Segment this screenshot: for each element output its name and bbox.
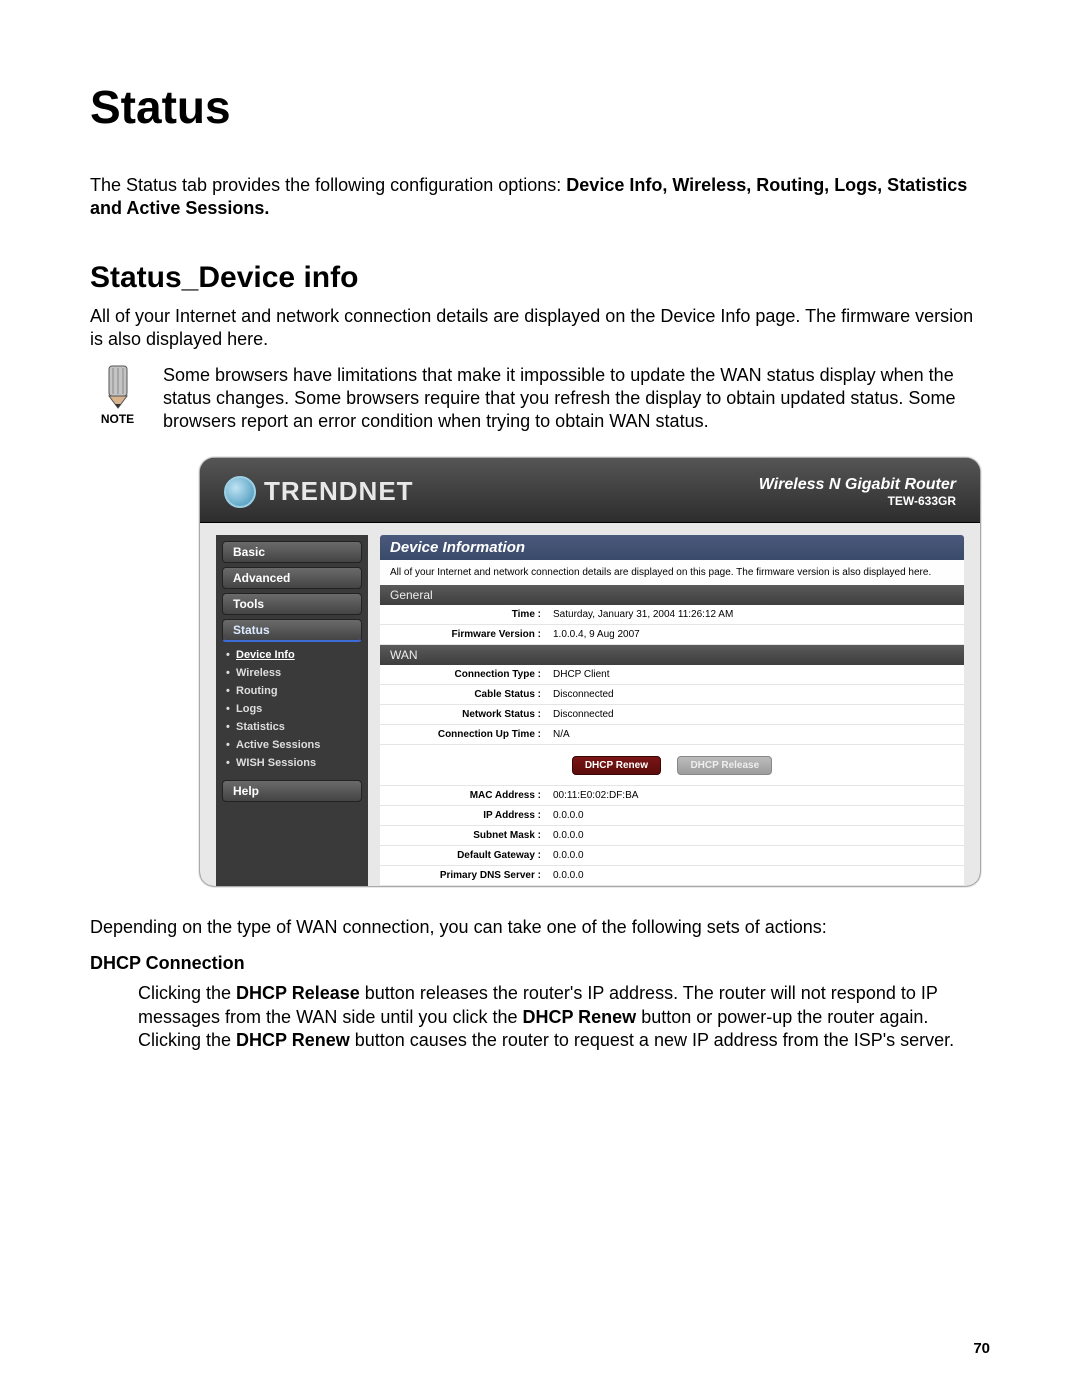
row-cable-status: Cable Status : Disconnected bbox=[380, 685, 964, 705]
sidebar-item-help[interactable]: Help bbox=[222, 780, 362, 802]
label-time: Time : bbox=[380, 605, 547, 624]
dhcp-body-1: Clicking the bbox=[138, 983, 236, 1003]
value-time: Saturday, January 31, 2004 11:26:12 AM bbox=[547, 605, 964, 624]
note-label: NOTE bbox=[90, 412, 145, 426]
label-firmware: Firmware Version : bbox=[380, 625, 547, 644]
label-gateway: Default Gateway : bbox=[380, 846, 547, 865]
row-connection-type: Connection Type : DHCP Client bbox=[380, 665, 964, 685]
row-network-status: Network Status : Disconnected bbox=[380, 705, 964, 725]
pencil-icon bbox=[98, 364, 138, 410]
router-product-title: Wireless N Gigabit Router TEW-633GR bbox=[759, 476, 956, 508]
sidebar-item-status[interactable]: Status bbox=[222, 619, 362, 642]
row-mac: MAC Address : 00:11:E0:02:DF:BA bbox=[380, 786, 964, 806]
row-gateway: Default Gateway : 0.0.0.0 bbox=[380, 846, 964, 866]
label-dns: Primary DNS Server : bbox=[380, 866, 547, 885]
dhcp-release-button[interactable]: DHCP Release bbox=[677, 756, 772, 775]
sidebar-subitem-routing[interactable]: Routing bbox=[222, 682, 362, 700]
row-uptime: Connection Up Time : N/A bbox=[380, 725, 964, 745]
label-connection-type: Connection Type : bbox=[380, 665, 547, 684]
value-connection-type: DHCP Client bbox=[547, 665, 964, 684]
note-icon: NOTE bbox=[90, 364, 145, 426]
after-screenshot-text: Depending on the type of WAN connection,… bbox=[90, 916, 990, 939]
brand: TRENDNET bbox=[224, 476, 414, 508]
section-general-heading: General bbox=[380, 585, 964, 605]
intro-paragraph: The Status tab provides the following co… bbox=[90, 174, 990, 221]
page-number: 70 bbox=[973, 1340, 990, 1357]
content-panel: Device Information All of your Internet … bbox=[380, 535, 964, 886]
intro-text: The Status tab provides the following co… bbox=[90, 175, 566, 195]
value-ip: 0.0.0.0 bbox=[547, 806, 964, 825]
router-screenshot: TRENDNET Wireless N Gigabit Router TEW-6… bbox=[200, 458, 980, 886]
panel-description: All of your Internet and network connect… bbox=[380, 560, 964, 585]
sidebar-subitem-statistics[interactable]: Statistics bbox=[222, 718, 362, 736]
note-text: Some browsers have limitations that make… bbox=[163, 364, 990, 434]
sidebar-item-basic[interactable]: Basic bbox=[222, 541, 362, 563]
value-cable-status: Disconnected bbox=[547, 685, 964, 704]
row-subnet: Subnet Mask : 0.0.0.0 bbox=[380, 826, 964, 846]
row-dns: Primary DNS Server : 0.0.0.0 bbox=[380, 866, 964, 886]
sidebar-subitem-wish-sessions[interactable]: WISH Sessions bbox=[222, 754, 362, 772]
manual-page: Status The Status tab provides the follo… bbox=[0, 0, 1080, 1397]
value-uptime: N/A bbox=[547, 725, 964, 744]
value-mac: 00:11:E0:02:DF:BA bbox=[547, 786, 964, 805]
section-wan-heading: WAN bbox=[380, 645, 964, 665]
label-ip: IP Address : bbox=[380, 806, 547, 825]
label-network-status: Network Status : bbox=[380, 705, 547, 724]
dhcp-body-b3: DHCP Renew bbox=[236, 1030, 350, 1050]
dhcp-body-b2: DHCP Renew bbox=[522, 1007, 636, 1027]
dhcp-body-4: button causes the router to request a ne… bbox=[350, 1030, 954, 1050]
row-firmware: Firmware Version : 1.0.0.4, 9 Aug 2007 bbox=[380, 625, 964, 645]
value-network-status: Disconnected bbox=[547, 705, 964, 724]
sidebar: Basic Advanced Tools Status Device Info … bbox=[216, 535, 368, 886]
wan-button-row: DHCP Renew DHCP Release bbox=[380, 745, 964, 786]
dhcp-body-b1: DHCP Release bbox=[236, 983, 360, 1003]
section-heading: Status_Device info bbox=[90, 261, 990, 295]
label-mac: MAC Address : bbox=[380, 786, 547, 805]
panel-title: Device Information bbox=[380, 535, 964, 560]
label-cable-status: Cable Status : bbox=[380, 685, 547, 704]
router-header: TRENDNET Wireless N Gigabit Router TEW-6… bbox=[200, 458, 980, 523]
brand-logo-icon bbox=[224, 476, 256, 508]
row-ip: IP Address : 0.0.0.0 bbox=[380, 806, 964, 826]
label-subnet: Subnet Mask : bbox=[380, 826, 547, 845]
value-firmware: 1.0.0.4, 9 Aug 2007 bbox=[547, 625, 964, 644]
section-intro: All of your Internet and network connect… bbox=[90, 305, 990, 352]
row-time: Time : Saturday, January 31, 2004 11:26:… bbox=[380, 605, 964, 625]
sidebar-subitem-logs[interactable]: Logs bbox=[222, 700, 362, 718]
router-body: Basic Advanced Tools Status Device Info … bbox=[200, 523, 980, 886]
value-subnet: 0.0.0.0 bbox=[547, 826, 964, 845]
sidebar-item-tools[interactable]: Tools bbox=[222, 593, 362, 615]
sidebar-subitem-device-info[interactable]: Device Info bbox=[222, 646, 362, 664]
sidebar-subitem-wireless[interactable]: Wireless bbox=[222, 664, 362, 682]
value-gateway: 0.0.0.0 bbox=[547, 846, 964, 865]
value-dns: 0.0.0.0 bbox=[547, 866, 964, 885]
label-uptime: Connection Up Time : bbox=[380, 725, 547, 744]
brand-text: TRENDNET bbox=[264, 476, 414, 507]
router-title-main: Wireless N Gigabit Router bbox=[759, 476, 956, 494]
sidebar-subitem-active-sessions[interactable]: Active Sessions bbox=[222, 736, 362, 754]
note-block: NOTE Some browsers have limitations that… bbox=[90, 364, 990, 434]
page-title: Status bbox=[90, 80, 990, 134]
router-title-model: TEW-633GR bbox=[759, 494, 956, 508]
dhcp-connection-body: Clicking the DHCP Release button release… bbox=[138, 982, 990, 1052]
dhcp-renew-button[interactable]: DHCP Renew bbox=[572, 756, 661, 775]
sidebar-item-advanced[interactable]: Advanced bbox=[222, 567, 362, 589]
dhcp-connection-heading: DHCP Connection bbox=[90, 953, 990, 974]
